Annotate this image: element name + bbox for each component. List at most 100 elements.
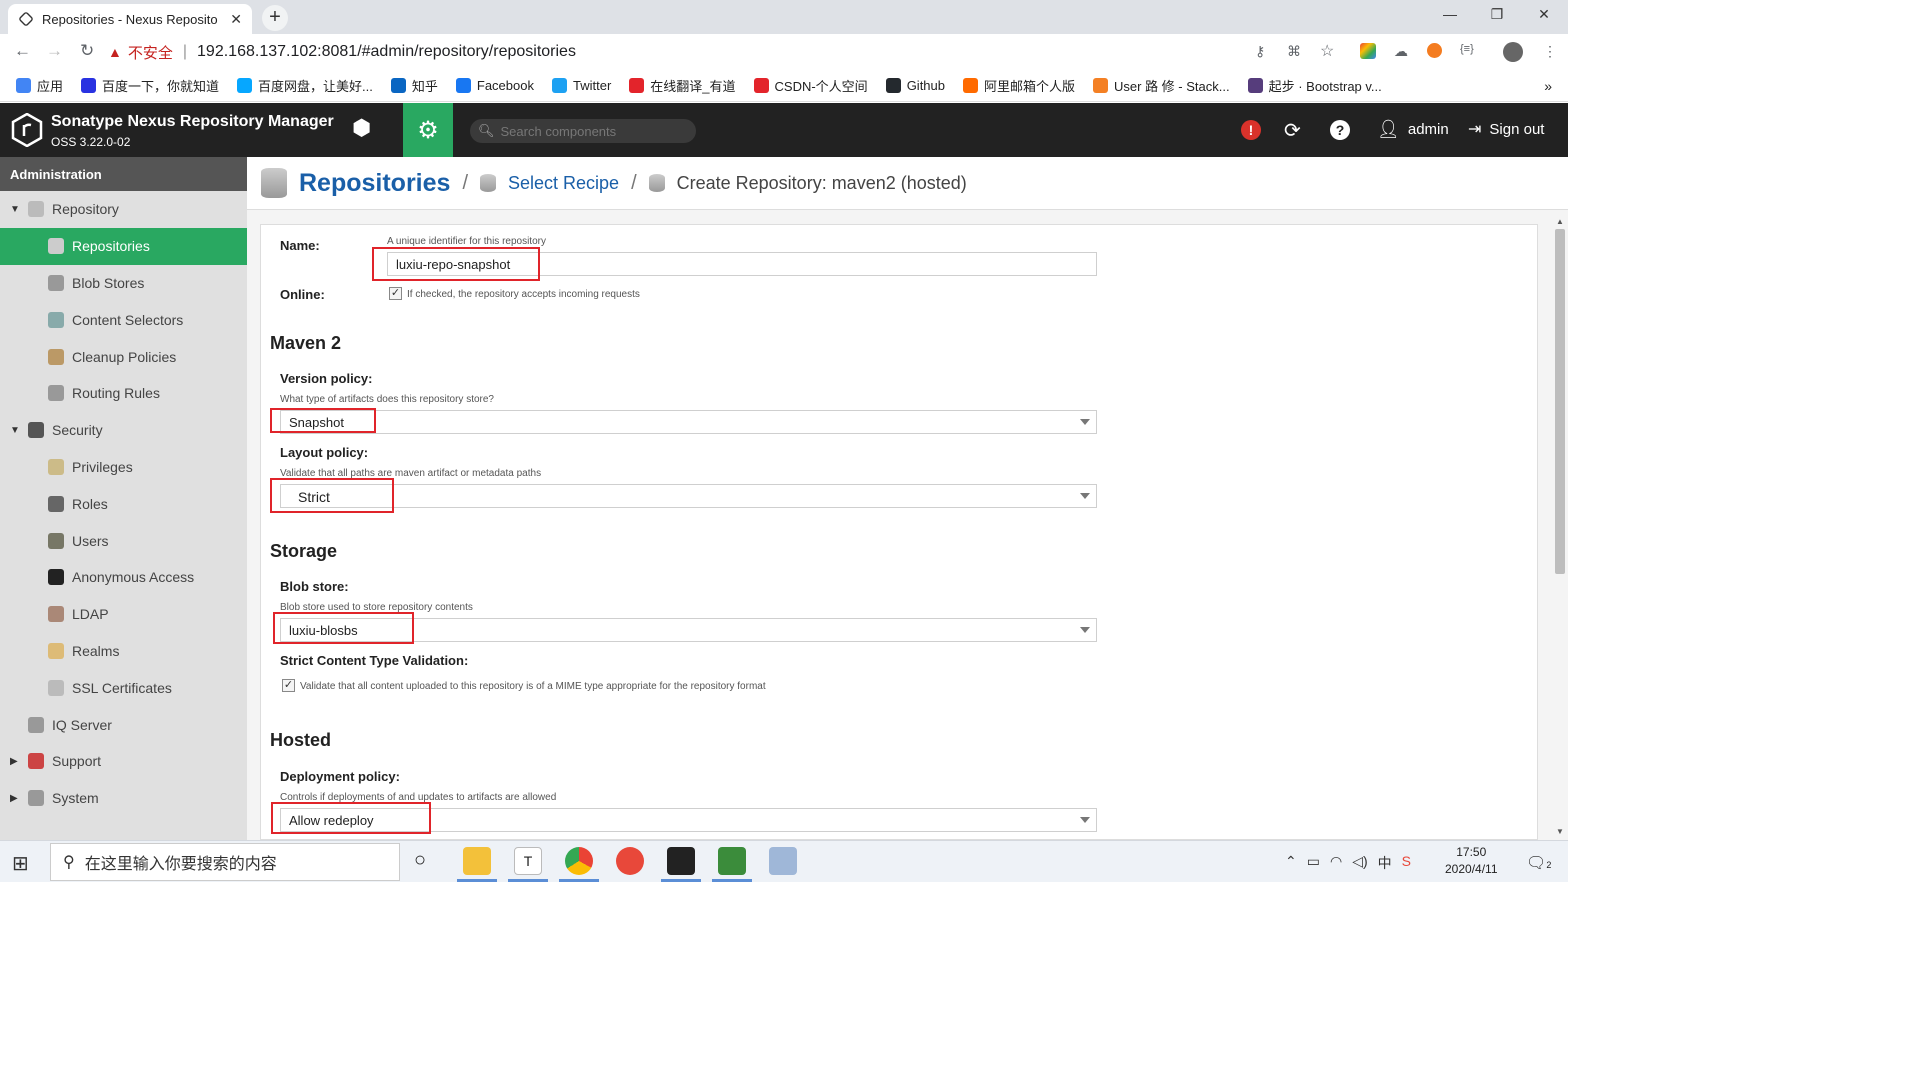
bookmark-icon [16, 78, 31, 93]
network-icon[interactable]: ◠ [1330, 853, 1342, 873]
bookmark-icon [1247, 78, 1263, 93]
bookmark-item[interactable]: 起步 · Bootstrap v... [1247, 76, 1382, 95]
translate-icon[interactable]: ⌘ [1287, 43, 1301, 60]
sidebar-item-icon [48, 569, 64, 586]
version-policy-select[interactable]: Snapshot [280, 410, 1097, 434]
layout-policy-select[interactable]: Strict [280, 484, 1097, 508]
notification-center-icon[interactable]: 🗨︎2 [1526, 853, 1551, 873]
expand-toggle-icon[interactable]: ▼ [10, 425, 20, 436]
intellij-idea-icon[interactable] [667, 847, 695, 875]
nexus-favicon-icon [18, 11, 34, 27]
bookmark-item[interactable]: Twitter [551, 78, 611, 93]
sidebar-item-repository[interactable]: ▼ Repository [0, 191, 247, 228]
volume-icon[interactable]: ◁) [1352, 853, 1367, 873]
chrome-icon[interactable] [565, 847, 593, 875]
restore-button[interactable]: ❐ [1477, 6, 1517, 23]
sidebar-item-support[interactable]: ▶ Support [0, 743, 247, 780]
bookmark-item[interactable]: Github [885, 78, 945, 93]
extension-colorful-icon[interactable] [1360, 43, 1376, 59]
database-icon [261, 168, 287, 198]
address-bar[interactable]: ▲ 不安全 | 192.168.137.102:8081/#admin/repo… [108, 38, 1238, 66]
sidebar-item-realms[interactable]: Realms [0, 633, 247, 670]
bookmark-item[interactable]: User 路 修 - Stack... [1093, 76, 1230, 95]
help-icon[interactable]: ? [1330, 120, 1350, 140]
image-app-icon[interactable] [718, 847, 746, 875]
chevron-up-icon[interactable]: ⌃ [1285, 853, 1297, 873]
sidebar-item-content-selectors[interactable]: Content Selectors [0, 301, 247, 338]
sidebar-item-security[interactable]: ▼ Security [0, 412, 247, 449]
sidebar-item-routing-rules[interactable]: Routing Rules [0, 375, 247, 412]
highlight-box [270, 408, 376, 433]
reload-icon[interactable]: ↻ [80, 41, 94, 61]
bookmark-item[interactable]: Facebook [455, 78, 534, 93]
ime-indicator[interactable]: 中 [1378, 853, 1392, 873]
extension-orange-icon[interactable] [1427, 43, 1442, 58]
bookmark-item[interactable]: 在线翻译_有道 [629, 76, 736, 95]
bookmark-item[interactable]: 百度网盘，让美好... [237, 76, 373, 95]
paint-app-icon[interactable] [769, 847, 797, 875]
sidebar-item-ssl-certificates[interactable]: SSL Certificates [0, 669, 247, 706]
sidebar-item-roles[interactable]: Roles [0, 485, 247, 522]
sidebar-item-ldap[interactable]: LDAP [0, 596, 247, 633]
profile-avatar-icon[interactable] [1503, 42, 1523, 62]
search-input[interactable] [500, 123, 691, 139]
bookmarks-overflow-icon[interactable]: » [1544, 78, 1552, 94]
scrollbar-thumb[interactable] [1555, 229, 1565, 574]
minimize-button[interactable]: — [1430, 6, 1470, 22]
typora-icon[interactable]: T [514, 847, 542, 875]
online-checkbox[interactable]: ✓ [389, 287, 402, 300]
bookmark-star-icon[interactable]: ☆ [1320, 41, 1334, 61]
sign-out-button[interactable]: ⇥ Sign out [1468, 119, 1544, 139]
browse-cube-icon[interactable]: ⬢ [352, 115, 371, 141]
refresh-icon[interactable]: ⟳ [1284, 118, 1301, 143]
clock[interactable]: 17:50 2020/4/11 [1445, 844, 1498, 878]
app-red-icon[interactable] [616, 847, 644, 875]
scroll-up-icon[interactable]: ▲ [1556, 217, 1564, 226]
expand-toggle-icon[interactable]: ▶ [10, 793, 20, 804]
nexus-logo-icon [11, 113, 43, 147]
back-icon[interactable]: ← [14, 41, 31, 61]
active-indicator [457, 879, 497, 882]
user-menu[interactable]: 👤︎ admin [1377, 119, 1449, 140]
sidebar-item-repositories[interactable]: Repositories [0, 227, 247, 265]
taskbar-search[interactable]: ⚲ 在这里输入你要搜索的内容 [50, 843, 400, 881]
sidebar-item-iq-server[interactable]: IQ Server [0, 706, 247, 743]
bookmark-item[interactable]: CSDN-个人空间 [753, 76, 868, 95]
app-tray-icon[interactable]: S [1402, 853, 1411, 873]
sidebar-item-anonymous-access[interactable]: Anonymous Access [0, 559, 247, 596]
strict-validation-checkbox[interactable]: ✓ [282, 679, 295, 692]
close-tab-icon[interactable]: ✕ [230, 11, 242, 28]
content-scrollbar[interactable]: ▲ ▼ [1553, 217, 1567, 837]
windows-start-icon[interactable]: ⊞ [12, 851, 29, 876]
key-icon[interactable]: ⚷ [1255, 43, 1265, 60]
close-window-button[interactable]: ✕ [1524, 6, 1564, 23]
breadcrumb-select-recipe[interactable]: Select Recipe [508, 173, 619, 194]
sidebar-item-blob-stores[interactable]: Blob Stores [0, 265, 247, 302]
bookmark-item[interactable]: 阿里邮箱个人版 [963, 76, 1075, 95]
sidebar-item-users[interactable]: Users [0, 522, 247, 559]
chevron-down-icon [1080, 493, 1090, 499]
sidebar-title: Administration [0, 157, 247, 191]
sidebar-item-cleanup-policies[interactable]: Cleanup Policies [0, 338, 247, 375]
alert-icon[interactable]: ! [1241, 120, 1261, 140]
bookmark-item[interactable]: 知乎 [390, 76, 438, 95]
browser-tab[interactable]: Repositories - Nexus Reposito ✕ [8, 4, 252, 34]
expand-toggle-icon[interactable]: ▶ [10, 756, 20, 767]
extension-json-icon[interactable]: {≡} [1460, 43, 1474, 55]
extension-cloud-icon[interactable]: ☁ [1394, 43, 1408, 60]
file-explorer-icon[interactable] [463, 847, 491, 875]
new-tab-button[interactable]: + [262, 5, 288, 31]
bookmark-item[interactable]: 应用 [16, 76, 63, 95]
battery-icon[interactable]: ▭ [1307, 853, 1320, 873]
admin-gear-button[interactable]: ⚙ [403, 103, 453, 157]
breadcrumb-repositories[interactable]: Repositories [299, 169, 450, 198]
scroll-down-icon[interactable]: ▼ [1556, 827, 1564, 836]
bookmark-item[interactable]: 百度一下，你就知道 [81, 76, 219, 95]
main-content: Repositories / Select Recipe / Create Re… [247, 157, 1568, 840]
sidebar-item-privileges[interactable]: Privileges [0, 449, 247, 486]
expand-toggle-icon[interactable]: ▼ [10, 204, 20, 215]
forward-icon[interactable]: → [46, 41, 63, 61]
menu-dots-icon[interactable]: ⋮ [1543, 43, 1557, 60]
sidebar-item-system[interactable]: ▶ System [0, 780, 247, 817]
task-view-icon[interactable]: ○ [414, 849, 426, 872]
